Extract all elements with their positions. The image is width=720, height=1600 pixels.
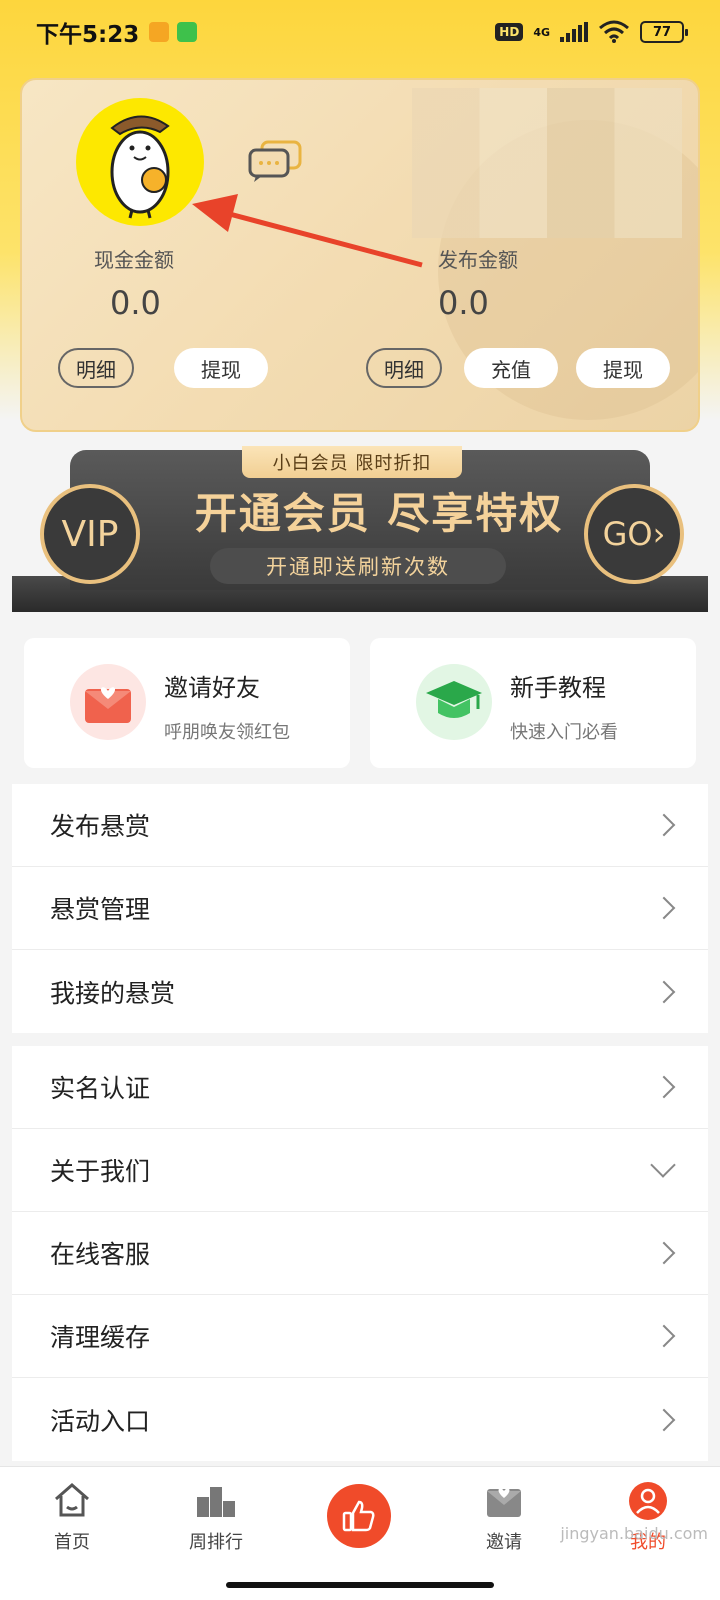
- publish-amount-value: 0.0: [438, 284, 489, 322]
- menu-item-label: 在线客服: [50, 1240, 151, 1269]
- invite-envelope-icon: [487, 1488, 521, 1517]
- invite-friends-subtitle: 呼朋唤友领红包: [164, 722, 290, 743]
- battery-icon: 77: [640, 21, 688, 43]
- vip-subtitle: 开通即送刷新次数: [210, 548, 506, 584]
- nav-weekly-ranking-label: 周排行: [189, 1532, 243, 1553]
- publish-amount-label: 发布金额: [438, 248, 518, 272]
- envelope-heart-icon: [70, 664, 146, 740]
- menu-item-label: 清理缓存: [50, 1323, 151, 1352]
- chevron-right-icon: [652, 1241, 676, 1265]
- signal-icon: [560, 22, 588, 42]
- bounty-menu: 发布悬赏 悬赏管理 我接的悬赏: [12, 784, 708, 1033]
- cash-detail-button[interactable]: 明细: [58, 348, 134, 388]
- publish-detail-button[interactable]: 明细: [366, 348, 442, 388]
- message-icon[interactable]: [248, 140, 304, 184]
- cash-amount-label: 现金金额: [94, 248, 174, 272]
- chevron-right-icon: [652, 1408, 676, 1431]
- recharge-button[interactable]: 充值: [464, 348, 558, 388]
- invite-friends-card[interactable]: 邀请好友 呼朋唤友领红包: [24, 638, 350, 768]
- tutorial-card[interactable]: 新手教程 快速入门必看: [370, 638, 696, 768]
- menu-item-label: 发布悬赏: [50, 812, 151, 841]
- home-bar[interactable]: [226, 1582, 494, 1588]
- nav-home-label: 首页: [54, 1532, 90, 1553]
- graduation-cap-icon: [416, 664, 492, 740]
- menu-item-label: 实名认证: [50, 1074, 151, 1103]
- invite-friends-title: 邀请好友: [164, 674, 260, 702]
- chevron-right-icon: [652, 1324, 676, 1348]
- nav-profile[interactable]: 我的: [576, 1467, 720, 1572]
- menu-item-about-us[interactable]: 关于我们: [12, 1129, 708, 1212]
- nav-invite-label: 邀请: [486, 1532, 522, 1553]
- home-icon: [55, 1483, 89, 1517]
- publish-withdraw-button[interactable]: 提现: [576, 348, 670, 388]
- mascot-avatar-icon: [110, 115, 170, 219]
- network-type: 4G: [533, 25, 550, 39]
- chevron-down-icon: [650, 1152, 676, 1178]
- notification-android-icon: [177, 22, 198, 42]
- menu-item-my-accepted-bounties[interactable]: 我接的悬赏: [12, 950, 708, 1033]
- annotation-arrow-icon: [192, 194, 423, 268]
- vip-promo-tag: 小白会员 限时折扣: [242, 446, 462, 478]
- hd-voice-icon: HD: [495, 23, 524, 41]
- vip-go-button[interactable]: GO›: [584, 484, 684, 584]
- menu-item-label: 我接的悬赏: [50, 978, 176, 1008]
- thumbs-up-icon: [342, 1500, 375, 1532]
- vip-badge: VIP: [40, 484, 140, 584]
- menu-item-bounty-management[interactable]: 悬赏管理: [12, 867, 708, 950]
- notification-app-icon: [149, 22, 170, 42]
- chevron-right-icon: [652, 980, 676, 1003]
- menu-item-label: 活动入口: [50, 1406, 151, 1436]
- menu-item-online-service[interactable]: 在线客服: [12, 1212, 708, 1295]
- card-mosaic-blur: [412, 88, 682, 238]
- chevron-right-icon: [652, 813, 676, 837]
- tutorial-subtitle: 快速入门必看: [510, 722, 618, 743]
- podium-icon: [197, 1487, 235, 1517]
- vip-banner[interactable]: 小白会员 限时折扣 VIP 开通会员 尽享特权 开通即送刷新次数 GO›: [12, 440, 708, 620]
- wallet-card: 现金金额 0.0 发布金额 0.0 明细 提现 明细 充值 提现: [20, 78, 700, 432]
- home-indicator: [0, 1572, 720, 1600]
- watermark-text: jingyan.baidu.com: [560, 1524, 708, 1543]
- profile-icon: [629, 1482, 667, 1520]
- chevron-right-icon: [652, 896, 676, 920]
- cash-amount-value: 0.0: [110, 284, 161, 322]
- nav-invite[interactable]: 邀请: [432, 1467, 576, 1572]
- vip-title: 开通会员 尽享特权: [194, 489, 564, 538]
- center-like-button[interactable]: [327, 1484, 391, 1548]
- status-time: 下午5:23: [36, 22, 140, 48]
- chevron-right-icon: [652, 1075, 676, 1099]
- nav-home[interactable]: 首页: [0, 1467, 144, 1572]
- status-bar: 下午5:23 HD 4G 77: [0, 0, 720, 64]
- tutorial-title: 新手教程: [510, 674, 606, 702]
- menu-item-activity-entry[interactable]: 活动入口: [12, 1378, 708, 1461]
- avatar[interactable]: [76, 98, 204, 226]
- menu-item-publish-bounty[interactable]: 发布悬赏: [12, 784, 708, 867]
- menu-item-identity-verification[interactable]: 实名认证: [12, 1046, 708, 1129]
- nav-weekly-ranking[interactable]: 周排行: [144, 1467, 288, 1572]
- menu-item-clear-cache[interactable]: 清理缓存: [12, 1295, 708, 1378]
- cash-withdraw-button[interactable]: 提现: [174, 348, 268, 388]
- settings-menu: 实名认证 关于我们 在线客服 清理缓存 活动入口: [12, 1046, 708, 1461]
- wifi-icon: [599, 20, 629, 43]
- menu-item-label: 悬赏管理: [50, 895, 151, 924]
- menu-item-label: 关于我们: [50, 1157, 151, 1186]
